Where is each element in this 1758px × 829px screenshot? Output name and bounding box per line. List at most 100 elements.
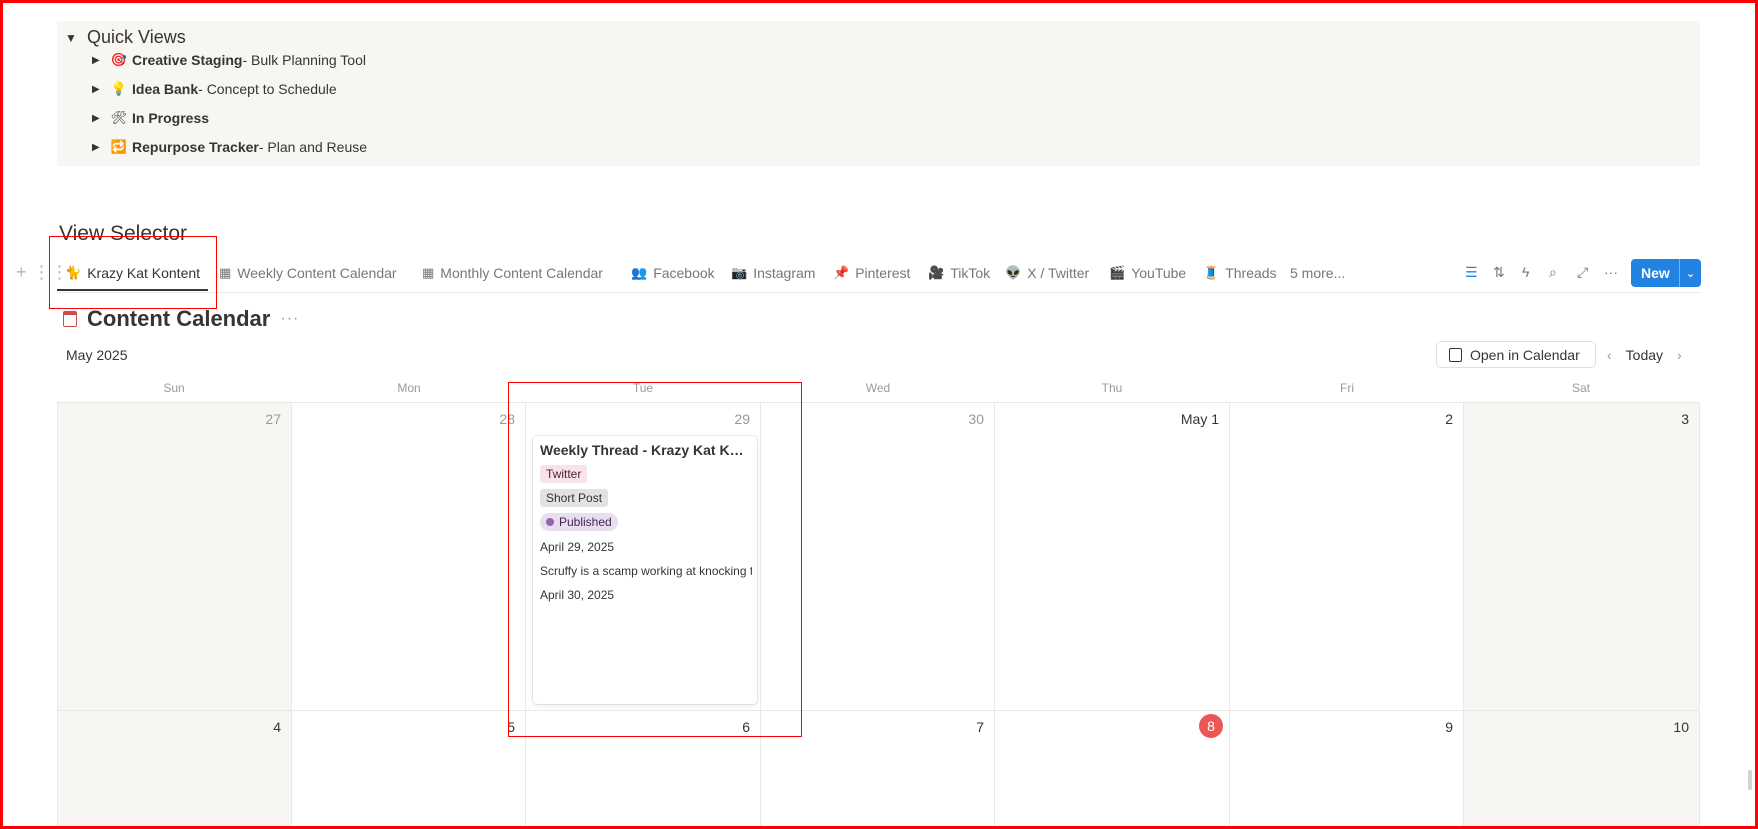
caret-right-icon[interactable]: ▶ xyxy=(92,84,110,95)
tab-label: Weekly Content Calendar xyxy=(237,265,397,281)
view-tabs-bar: 🐈 Krazy Kat Kontent ▦ Weekly Content Cal… xyxy=(57,257,1701,293)
day-number: 10 xyxy=(1673,719,1689,735)
day-number: 30 xyxy=(968,411,984,427)
calendar-app-icon xyxy=(1449,347,1462,362)
weekday-header: Mon xyxy=(397,381,421,395)
video-camera-icon: 🎥 xyxy=(928,265,945,280)
expand-icon[interactable]: ⤢ xyxy=(1577,264,1588,281)
calendar-event-card[interactable]: Weekly Thread - Krazy Kat Kontent Twitte… xyxy=(533,436,757,704)
alien-icon: 👽 xyxy=(1005,265,1022,280)
weekday-header: Thu xyxy=(1101,381,1123,395)
day-number: 27 xyxy=(265,411,281,427)
day-cell[interactable]: 10 xyxy=(1464,711,1700,829)
quick-view-name[interactable]: Repurpose Tracker xyxy=(132,139,259,155)
day-cell[interactable]: May 1 xyxy=(995,403,1230,711)
card-description: Scruffy is a scamp working at knocking t xyxy=(540,564,752,578)
tab-pinterest[interactable]: 📌 Pinterest xyxy=(833,265,910,281)
quick-view-name[interactable]: In Progress xyxy=(132,110,209,126)
day-cell[interactable]: 3 xyxy=(1464,403,1700,711)
day-cell[interactable]: 30 xyxy=(761,403,995,711)
calendar-icon xyxy=(63,311,77,327)
calendar-title-row: Content Calendar ··· xyxy=(63,306,299,332)
more-options-icon[interactable]: ··· xyxy=(280,310,299,328)
weekday-header: Tue xyxy=(632,381,654,395)
caret-right-icon[interactable]: ▶ xyxy=(92,113,110,124)
quick-view-item[interactable]: ▶ 🎯 Creative Staging - Bulk Planning Too… xyxy=(92,52,366,68)
today-badge: 8 xyxy=(1199,714,1223,738)
video-icon: 🎬 xyxy=(1109,265,1126,280)
day-cell[interactable]: 5 xyxy=(292,711,526,829)
caret-right-icon[interactable]: ▶ xyxy=(92,142,110,153)
format-tag: Short Post xyxy=(540,489,609,507)
card-date-secondary: April 30, 2025 xyxy=(540,588,615,602)
tab-tiktok[interactable]: 🎥 TikTok xyxy=(928,265,990,281)
chevron-left-icon[interactable]: ‹ xyxy=(1607,347,1612,363)
quick-view-item[interactable]: ▶ 🛠 In Progress xyxy=(92,110,209,126)
target-icon: 🎯 xyxy=(110,52,128,67)
caret-right-icon[interactable]: ▶ xyxy=(92,55,110,66)
tab-label: Instagram xyxy=(753,265,816,281)
day-cell[interactable]: 4 xyxy=(57,711,292,829)
tools-icon: 🛠 xyxy=(110,110,128,125)
plus-icon[interactable]: + xyxy=(16,262,27,283)
tab-threads[interactable]: 🧵 Threads xyxy=(1203,265,1277,281)
tab-krazy-kat-kontent[interactable]: 🐈 Krazy Kat Kontent xyxy=(65,265,200,281)
open-in-calendar-label: Open in Calendar xyxy=(1470,346,1580,363)
today-button[interactable]: Today xyxy=(1626,347,1663,363)
day-cell[interactable]: 28 xyxy=(292,403,526,711)
more-options-icon[interactable]: ··· xyxy=(1604,264,1618,280)
view-selector-heading: View Selector xyxy=(59,222,188,245)
day-number: 4 xyxy=(273,719,281,735)
chevron-right-icon[interactable]: › xyxy=(1677,347,1682,363)
weekday-header: Fri xyxy=(1340,381,1354,395)
more-views-link[interactable]: 5 more... xyxy=(1290,265,1345,281)
day-cell[interactable]: 8 xyxy=(995,711,1230,829)
tab-label: Pinterest xyxy=(855,265,911,281)
tab-instagram[interactable]: 📷 Instagram xyxy=(731,265,815,281)
status-badge: Published xyxy=(540,513,618,531)
calendar-icon: ▦ xyxy=(422,265,435,280)
caret-down-icon[interactable]: ▼ xyxy=(65,31,77,45)
quick-view-item[interactable]: ▶ 🔁 Repurpose Tracker - Plan and Reuse xyxy=(92,139,367,155)
quick-view-item[interactable]: ▶ 💡 Idea Bank - Concept to Schedule xyxy=(92,81,337,97)
sort-icon[interactable]: ⇅ xyxy=(1493,264,1505,281)
tab-label: YouTube xyxy=(1131,265,1187,281)
open-in-calendar-button[interactable]: Open in Calendar xyxy=(1436,341,1596,368)
tab-facebook[interactable]: 👥 Facebook xyxy=(631,265,715,281)
scrollbar[interactable] xyxy=(1748,770,1752,790)
day-cell[interactable]: 2 xyxy=(1230,403,1464,711)
calendar-grid: 27 28 29 30 May 1 2 3 4 5 6 7 8 9 10 xyxy=(57,402,1700,829)
quick-view-name[interactable]: Idea Bank xyxy=(132,81,198,97)
tab-monthly-content-calendar[interactable]: ▦ Monthly Content Calendar xyxy=(422,265,603,281)
day-number: 28 xyxy=(499,411,515,427)
day-cell[interactable]: 6 xyxy=(526,711,761,829)
quick-views-header[interactable]: ▼ Quick Views xyxy=(65,27,186,48)
chevron-down-icon[interactable]: ⌄ xyxy=(1679,259,1701,287)
new-button-label: New xyxy=(1641,265,1670,281)
tab-youtube[interactable]: 🎬 YouTube xyxy=(1109,265,1186,281)
day-number: May 1 xyxy=(1180,411,1219,427)
calendar-title[interactable]: Content Calendar xyxy=(87,306,270,332)
pin-icon: 📌 xyxy=(833,265,850,280)
lightning-icon[interactable]: ϟ xyxy=(1522,264,1529,280)
camera-icon: 📷 xyxy=(731,265,748,280)
more-views-label: 5 more... xyxy=(1290,265,1346,281)
day-number: 6 xyxy=(742,719,750,735)
day-number: 7 xyxy=(976,719,984,735)
card-title: Weekly Thread - Krazy Kat Kontent xyxy=(540,442,752,458)
tab-label: X / Twitter xyxy=(1027,265,1090,281)
day-number: 29 xyxy=(734,411,750,427)
tab-x-twitter[interactable]: 👽 X / Twitter xyxy=(1005,265,1089,281)
tab-weekly-content-calendar[interactable]: ▦ Weekly Content Calendar xyxy=(219,265,397,281)
day-cell[interactable]: 7 xyxy=(761,711,995,829)
tab-label: TikTok xyxy=(950,265,991,281)
quick-view-name[interactable]: Creative Staging xyxy=(132,52,242,68)
search-icon[interactable]: ⌕ xyxy=(1549,264,1557,281)
filter-icon[interactable]: ☰ xyxy=(1465,264,1478,281)
day-cell[interactable]: 27 xyxy=(57,403,292,711)
month-label: May 2025 xyxy=(66,347,128,363)
new-button[interactable]: New ⌄ xyxy=(1631,259,1701,287)
day-cell[interactable]: 9 xyxy=(1230,711,1464,829)
platform-tag: Twitter xyxy=(540,465,588,483)
quick-views-toggle-block: ▼ Quick Views ▶ 🎯 Creative Staging - Bul… xyxy=(57,21,1700,166)
